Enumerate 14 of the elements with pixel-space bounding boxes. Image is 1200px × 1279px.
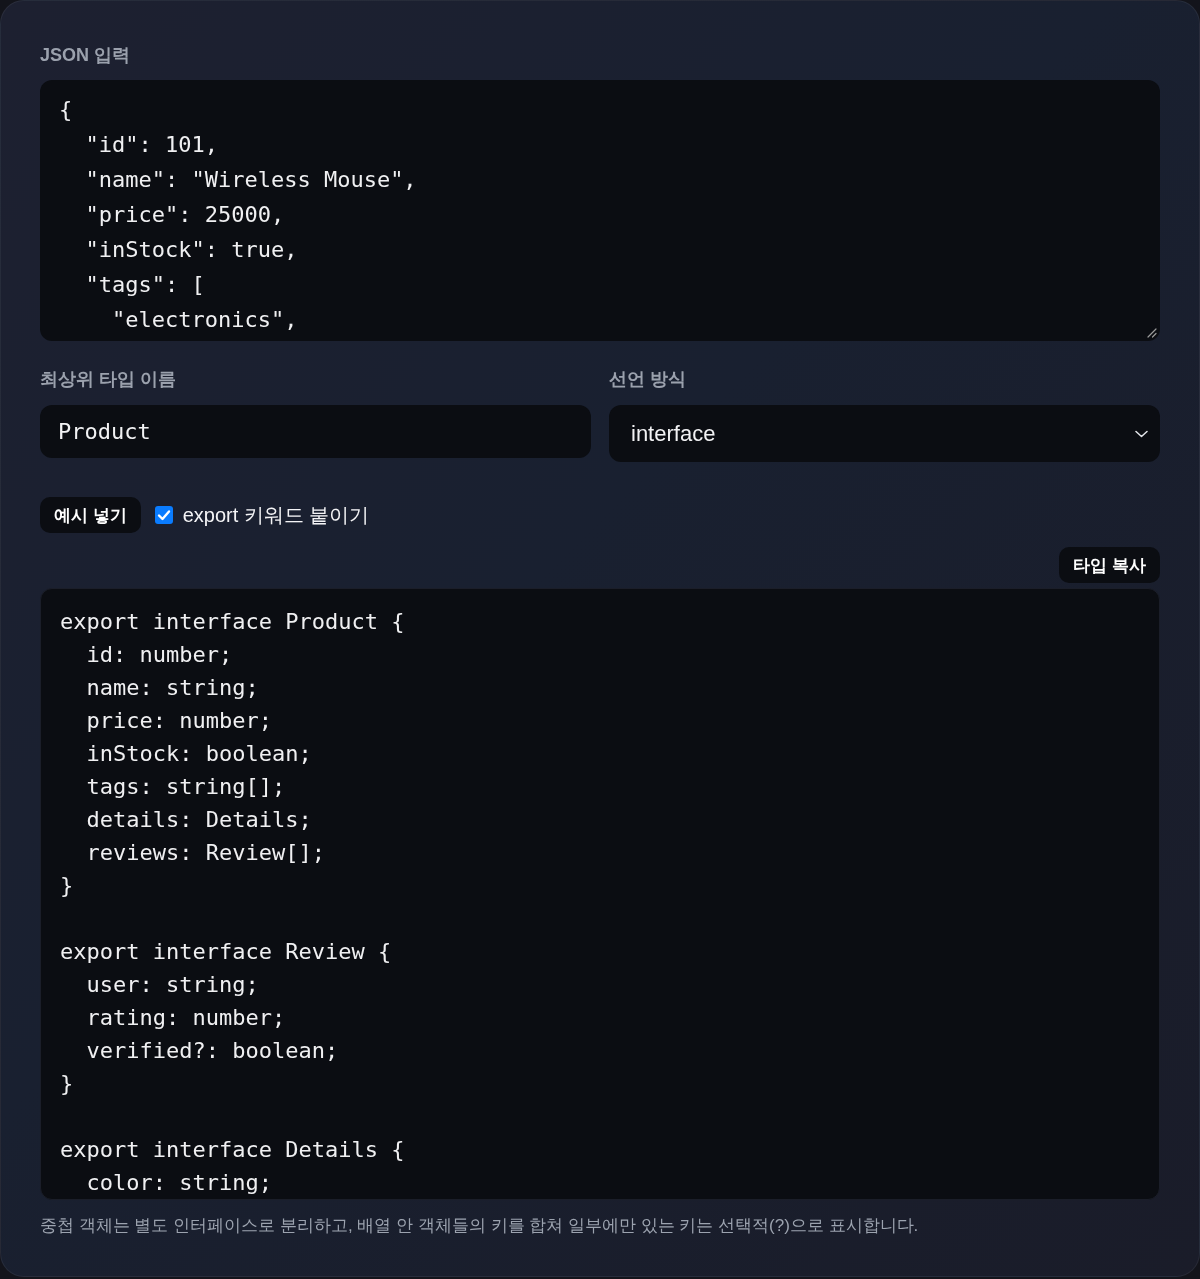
declaration-select[interactable]: interface: [609, 405, 1160, 462]
export-checkbox[interactable]: [154, 506, 173, 524]
caption-text: 중첩 객체는 별도 인터페이스로 분리하고, 배열 안 객체들의 키를 합쳐 일부에만 있는 키는 선택적(?)으로 표시합니다.: [40, 1215, 919, 1237]
chevron-down-icon: [1135, 429, 1148, 438]
resize-handle-icon[interactable]: [1147, 328, 1157, 338]
json-input-field[interactable]: { "id": 101, "name": "Wireless Mouse", "price": 25000, "inStock": true, "tags": [ "electronics",: [40, 80, 1160, 341]
type-name-label: 최상위 타입 이름: [40, 368, 176, 390]
json-input-label: JSON 입력: [40, 44, 131, 66]
copy-button[interactable]: 타입 복사: [1059, 547, 1160, 583]
example-button[interactable]: 예시 넣기: [40, 497, 141, 533]
type-name-input[interactable]: Product: [40, 405, 591, 458]
declaration-label: 선언 방식: [609, 368, 686, 390]
code-output: export interface Product { id: number; name: string; price: number; inStock: boolean; tags: string[]; details: Details; reviews: Review[]; } export interface Review { user: string; rating: number; verified?: boolean; } export interface Details { color: string;: [40, 588, 1160, 1200]
checkbox-label[interactable]: export 키워드 붙이기: [182, 503, 370, 527]
